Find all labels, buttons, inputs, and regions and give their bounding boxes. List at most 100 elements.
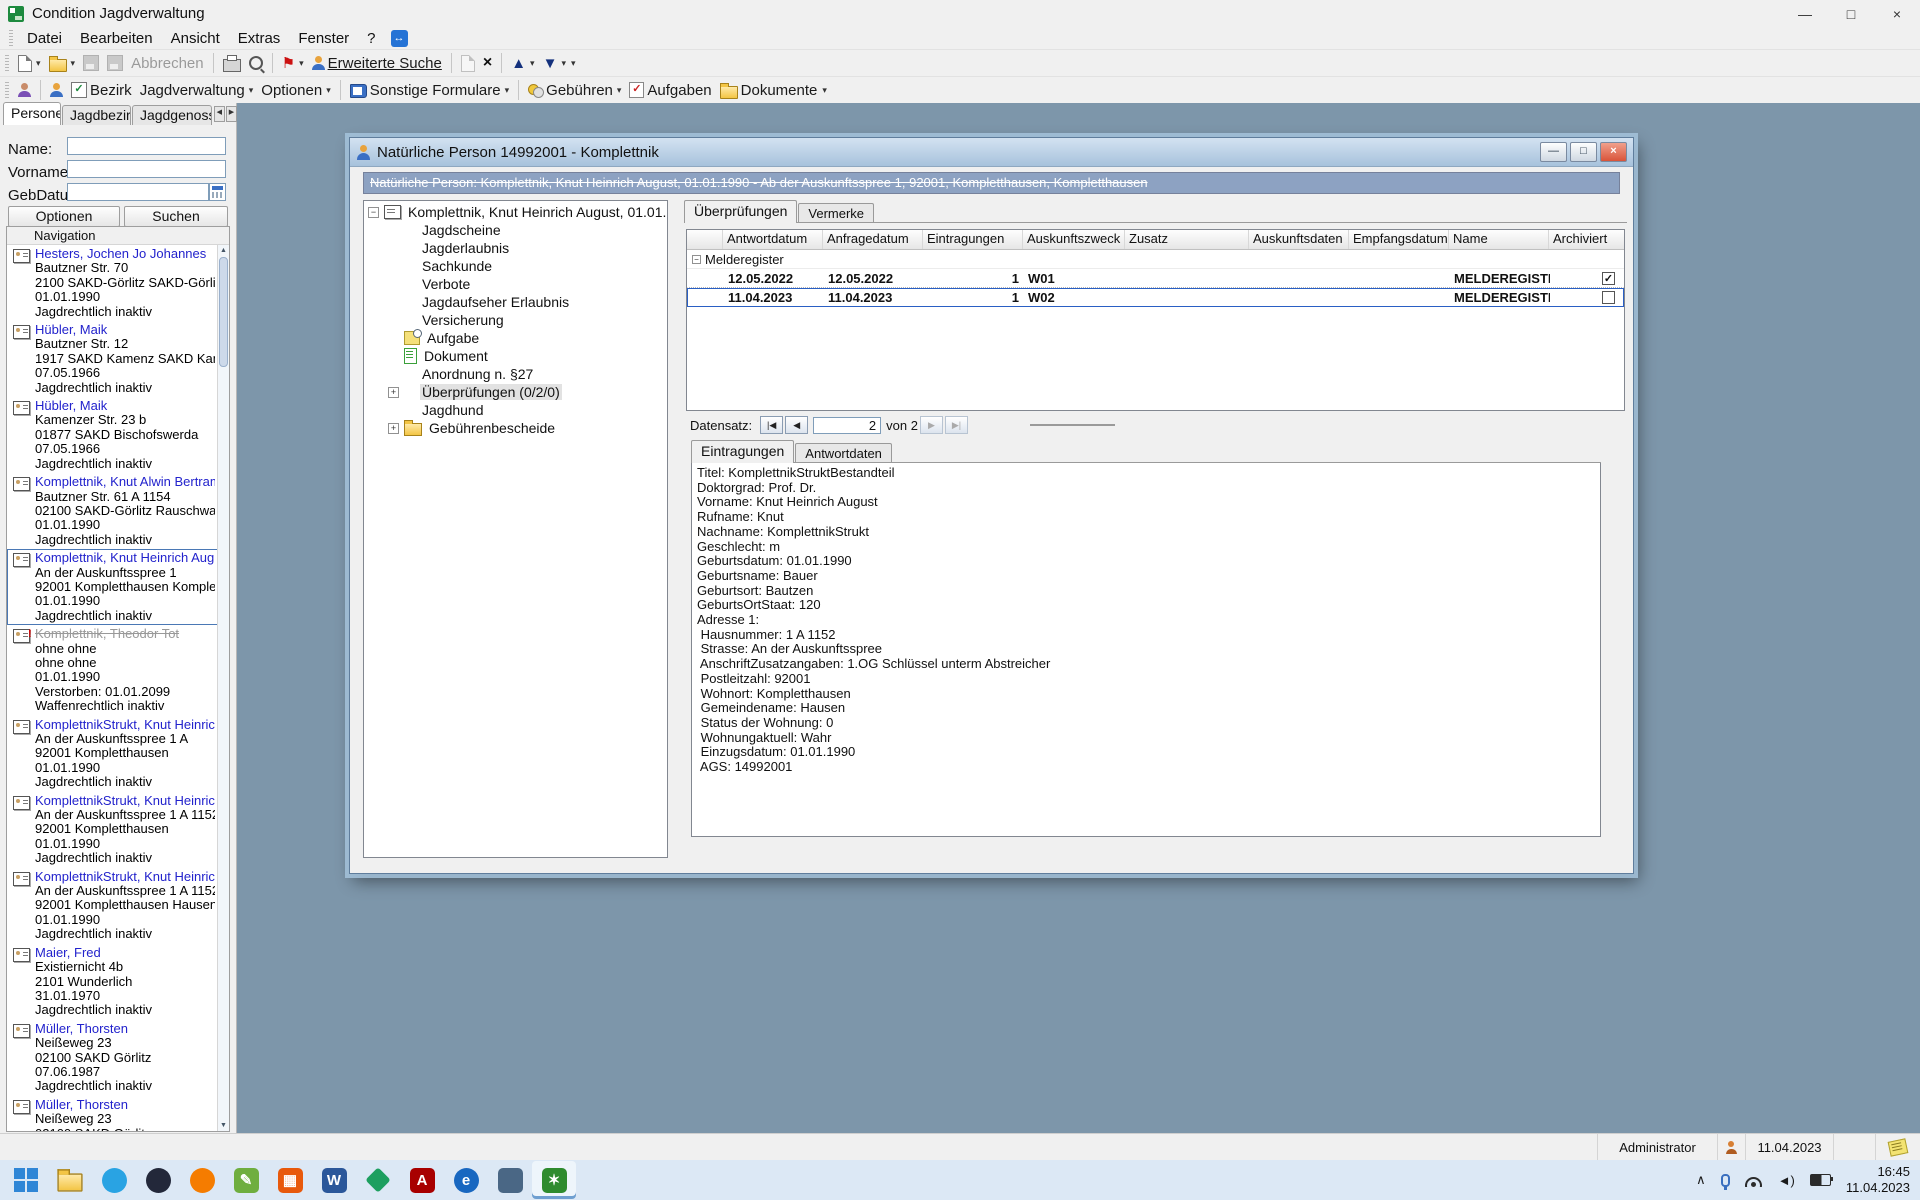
navigate-down-button[interactable]: ▼▾ [539, 52, 570, 75]
person-female-button[interactable] [14, 79, 35, 102]
gebdatum-input[interactable] [67, 183, 209, 201]
column-header-auskunftszweck[interactable]: Auskunftszweck [1023, 230, 1125, 249]
diamond-app-icon[interactable] [356, 1161, 400, 1199]
nav-entry-name[interactable]: KomplettnikStrukt, Knut Heinrich August [35, 718, 215, 732]
minimize-button[interactable]: — [1782, 0, 1828, 27]
collapse-icon[interactable]: − [368, 207, 379, 218]
gebuehren-menu[interactable]: Gebühren▾ [524, 79, 625, 102]
scrollbar-thumb[interactable] [219, 257, 228, 367]
nav-entry-name[interactable]: Komplettnik, Knut Alwin Bertram Christ [35, 475, 215, 489]
navigation-scrollbar[interactable]: ▲ ▼ [217, 245, 229, 1131]
tree-item-label[interactable]: Jagdaufseher Erlaubnis [420, 294, 571, 310]
suchen-button[interactable]: Suchen [124, 206, 228, 227]
jagdverwaltung-app-icon[interactable]: ✶ [532, 1161, 576, 1199]
tab-scroll-right-icon[interactable]: ▶ [226, 106, 237, 122]
bezirk-button[interactable]: ✓Bezirk [67, 79, 136, 102]
toolbar-overflow-icon[interactable]: ▾ [571, 58, 576, 69]
nav-entry-name[interactable]: Komplettnik, Theodor Tot [35, 627, 215, 641]
tree-item[interactable]: Anordnung n. §27 [364, 365, 667, 383]
table-row[interactable]: 12.05.202212.05.20221W01MELDEREGISTER✓ [687, 269, 1624, 288]
tab-vermerke[interactable]: Vermerke [798, 203, 874, 223]
tree-item[interactable]: +Gebührenbescheide [364, 419, 667, 437]
jagdverwaltung-menu[interactable]: Jagdverwaltung▾ [136, 79, 258, 102]
delete-button[interactable]: × [479, 52, 496, 75]
firefox-icon[interactable] [180, 1161, 224, 1199]
navigate-up-button[interactable]: ▲▾ [507, 52, 538, 75]
menu-datei[interactable]: Datei [18, 30, 71, 47]
tree-item[interactable]: − Komplettnik, Knut Heinrich August, 01.0… [364, 203, 667, 221]
tree-item-label[interactable]: Anordnung n. §27 [420, 366, 535, 382]
tree-item-label[interactable]: Sachkunde [420, 258, 494, 274]
nav-entry-name[interactable]: Hübler, Maik [35, 323, 215, 337]
collapse-icon[interactable]: − [692, 255, 701, 264]
record-number-input[interactable]: 2 [813, 417, 881, 434]
nav-entry-name[interactable]: Müller, Thorsten [35, 1098, 215, 1112]
tab-antwortdaten[interactable]: Antwortdaten [795, 443, 892, 463]
tab-jagdgenossen[interactable]: Jagdgenossen [132, 105, 212, 125]
tab-berprfungen[interactable]: Überprüfungen [684, 200, 797, 223]
tree-item-label[interactable]: Versicherung [420, 312, 506, 328]
open-button[interactable]: ▾ [45, 52, 80, 75]
column-header-name[interactable]: Name [1449, 230, 1549, 249]
nav-entry[interactable]: Hübler, MaikBautzner Str. 121917 SAKD Ka… [7, 321, 218, 397]
column-header-antwortdatum[interactable]: Antwortdatum [723, 230, 823, 249]
first-record-button[interactable]: |◀ [760, 416, 783, 434]
table-group-row[interactable]: − Melderegister [687, 250, 1624, 269]
nav-entry[interactable]: Komplettnik, Knut Alwin Bertram ChristBa… [7, 473, 218, 549]
calendar-icon[interactable] [209, 183, 226, 201]
battery-icon[interactable] [1810, 1174, 1831, 1186]
nav-entry[interactable]: Hübler, MaikKamenzer Str. 23 b01877 SAKD… [7, 397, 218, 473]
tab-scroll-left-icon[interactable]: ◀ [214, 106, 225, 122]
expand-icon[interactable]: + [388, 387, 399, 398]
column-header-empfangsdatum[interactable]: Empfangsdatum [1349, 230, 1449, 249]
menu-help[interactable]: ? [358, 30, 384, 47]
prev-record-button[interactable]: ◀ [785, 416, 808, 434]
dialog-maximize-button[interactable]: □ [1570, 142, 1597, 162]
erweiterte-suche-button[interactable]: Erweiterte Suche [308, 52, 446, 75]
nav-entry-name[interactable]: Hübler, Maik [35, 399, 215, 413]
column-header-zusatz[interactable]: Zusatz [1125, 230, 1249, 249]
vorname-input[interactable] [67, 160, 226, 178]
tree-item[interactable]: Aufgabe [364, 329, 667, 347]
tree-item[interactable]: Jagdhund [364, 401, 667, 419]
speaker-icon[interactable]: ◄) [1778, 1173, 1795, 1188]
archiviert-checkbox[interactable]: ✓ [1602, 272, 1615, 285]
tree-item[interactable]: Jagdaufseher Erlaubnis [364, 293, 667, 311]
tree-item[interactable]: + Überprüfungen (0/2/0) [364, 383, 667, 401]
start-button[interactable] [4, 1161, 48, 1199]
tree-item-label[interactable]: Jagdscheine [420, 222, 503, 238]
nav-entry-name[interactable]: KomplettnikStrukt, Knut Heinrich August [35, 870, 215, 884]
dialog-titlebar[interactable]: Natürliche Person 14992001 - Komplettnik… [350, 138, 1633, 167]
menu-fenster[interactable]: Fenster [289, 30, 358, 47]
print-button[interactable] [219, 52, 245, 75]
acrobat-icon[interactable]: A [400, 1161, 444, 1199]
tray-chevron-icon[interactable]: ∧ [1696, 1172, 1706, 1188]
tree-item-label[interactable]: Dokument [422, 348, 490, 364]
tree-item[interactable]: Dokument [364, 347, 667, 365]
menu-bearbeiten[interactable]: Bearbeiten [71, 30, 162, 47]
column-header-auskunftsdaten[interactable]: Auskunftsdaten [1249, 230, 1349, 249]
file-explorer-icon[interactable] [48, 1161, 92, 1199]
nav-entry-name[interactable]: KomplettnikStrukt, Knut Heinrich August [35, 794, 215, 808]
tree-item-label[interactable]: Komplettnik, Knut Heinrich August, 01.01… [406, 204, 668, 220]
optionen-button-panel[interactable]: Optionen [8, 206, 120, 227]
tab-personen[interactable]: Personen [3, 102, 61, 125]
tab-eintragungen[interactable]: Eintragungen [691, 440, 794, 463]
dialog-close-button[interactable]: × [1600, 142, 1627, 162]
media-app-icon[interactable] [136, 1161, 180, 1199]
nav-entry[interactable]: Hesters, Jochen Jo JohannesBautzner Str.… [7, 245, 218, 321]
flag-filter-button[interactable]: ⚑▾ [278, 52, 308, 75]
nav-entry[interactable]: KomplettnikStrukt, Knut Heinrich AugustA… [7, 792, 218, 868]
tree-item[interactable]: Jagdscheine [364, 221, 667, 239]
internet-explorer-icon[interactable]: e [444, 1161, 488, 1199]
print-preview-button[interactable] [245, 52, 267, 75]
nav-entry[interactable]: Müller, ThorstenNeißeweg 2302100 SAKD Gö… [7, 1096, 218, 1131]
person-button[interactable] [46, 79, 67, 102]
nav-entry[interactable]: Komplettnik, Knut Heinrich AugustAn der … [7, 549, 218, 625]
nav-entry[interactable]: KomplettnikStrukt, Knut Heinrich AugustA… [7, 868, 218, 944]
column-header-anfragedatum[interactable]: Anfragedatum [823, 230, 923, 249]
new-button[interactable]: ▾ [14, 52, 45, 75]
nav-entry[interactable]: Müller, ThorstenNeißeweg 2302100 SAKD Gö… [7, 1020, 218, 1096]
close-button[interactable]: × [1874, 0, 1920, 27]
tree-item-label[interactable]: Überprüfungen (0/2/0) [420, 384, 562, 400]
